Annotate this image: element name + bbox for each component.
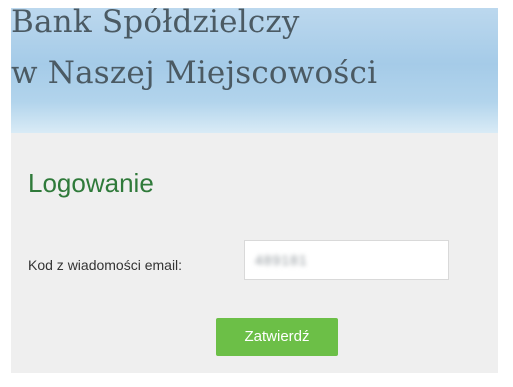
login-title: Logowanie [28, 168, 154, 198]
email-code-label: Kod z wiadomości email: [28, 257, 183, 273]
login-page: Bank Spółdzielczy w Naszej Miejscowości … [0, 0, 513, 387]
bank-header-banner: Bank Spółdzielczy w Naszej Miejscowości [11, 8, 498, 133]
confirm-button[interactable]: Zatwierdź [216, 318, 338, 356]
email-code-input[interactable]: 489181 [244, 240, 449, 280]
bank-name-line-2: w Naszej Miejscowości [11, 55, 378, 91]
bank-name-line-1: Bank Spółdzielczy [11, 8, 300, 40]
email-code-value: 489181 [255, 252, 308, 268]
page-right-margin [498, 8, 513, 387]
login-panel: Logowanie Kod z wiadomości email: 489181… [11, 133, 498, 373]
